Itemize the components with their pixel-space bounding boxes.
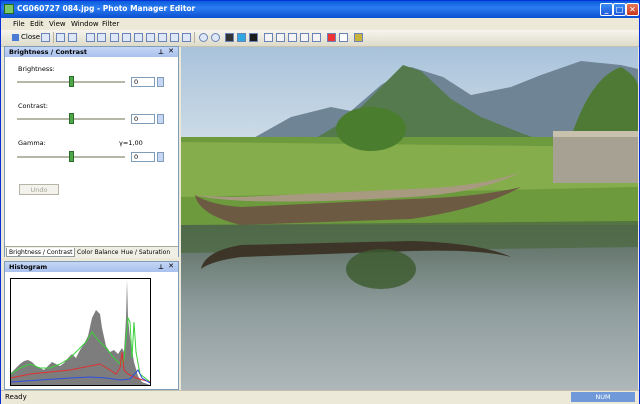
panel-header[interactable]: Brightness / Contrast ⊥ ✕ — [5, 47, 178, 57]
rotate-icon[interactable] — [86, 33, 95, 42]
effects-icon[interactable] — [354, 33, 363, 42]
sharpen-icon[interactable] — [339, 33, 348, 42]
menu-bar: File Edit View Window Filter — [1, 18, 639, 30]
panel-title: Histogram — [9, 263, 48, 271]
close-image-icon — [12, 33, 19, 41]
toolbar-separator — [53, 32, 54, 43]
minimize-icon[interactable]: _ — [600, 3, 613, 16]
gamma-readout: γ=1,00 — [119, 139, 143, 147]
redo-icon[interactable] — [68, 33, 77, 42]
close-icon[interactable]: ✕ — [626, 3, 639, 16]
gamma-slider[interactable] — [17, 151, 125, 162]
tool-2-icon[interactable] — [122, 33, 131, 42]
brightness-input[interactable]: 0 — [131, 77, 155, 87]
tool-6-icon[interactable] — [170, 33, 179, 42]
save-icon[interactable] — [41, 33, 50, 42]
panel-title: Brightness / Contrast — [9, 48, 87, 56]
bush — [336, 107, 406, 151]
menu-filter[interactable]: Filter — [102, 20, 119, 28]
app-window: CG060727 084.jpg - Photo Manager Editor … — [0, 0, 640, 404]
tool-12-icon[interactable] — [276, 33, 285, 42]
close-image-button[interactable]: Close — [12, 33, 40, 41]
tool-1-icon[interactable] — [110, 33, 119, 42]
tool-10-icon[interactable] — [249, 33, 258, 42]
menu-file[interactable]: File — [13, 20, 25, 28]
panel-tabs: Brightness / Contrast Color Balance Hue … — [5, 246, 178, 258]
bush-reflection — [346, 249, 416, 289]
tab-color-balance[interactable]: Color Balance — [75, 248, 121, 257]
tool-9-icon[interactable] — [237, 33, 246, 42]
app-icon — [4, 4, 14, 14]
contrast-input[interactable]: 0 — [131, 114, 155, 124]
tool-5-icon[interactable] — [158, 33, 167, 42]
tool-15-icon[interactable] — [312, 33, 321, 42]
tool-14-icon[interactable] — [300, 33, 309, 42]
photo-canvas[interactable] — [181, 47, 638, 390]
tool-13-icon[interactable] — [288, 33, 297, 42]
contrast-slider[interactable] — [17, 113, 125, 124]
tool-11-icon[interactable] — [264, 33, 273, 42]
menu-edit[interactable]: Edit — [30, 20, 44, 28]
status-bar: Ready NUM — [1, 390, 639, 404]
window-title: CG060727 084.jpg - Photo Manager Editor — [17, 4, 196, 13]
tool-4-icon[interactable] — [146, 33, 155, 42]
pin-icon[interactable]: ⊥ — [158, 263, 164, 271]
histogram-graph — [10, 278, 151, 386]
brightness-label: Brightness: — [18, 65, 55, 73]
zoom-in-icon[interactable] — [199, 33, 208, 42]
gamma-spinner[interactable] — [157, 152, 164, 162]
zoom-out-icon[interactable] — [211, 33, 220, 42]
undo-button[interactable]: Undo — [19, 184, 59, 195]
status-text: Ready — [5, 393, 27, 401]
histogram-panel: Histogram ⊥ ✕ — [4, 261, 179, 390]
concrete-wall — [553, 135, 638, 183]
brightness-slider[interactable] — [17, 76, 125, 87]
undo-icon[interactable] — [56, 33, 65, 42]
maximize-icon[interactable]: □ — [613, 3, 626, 16]
gamma-slider-thumb[interactable] — [68, 151, 74, 162]
title-bar[interactable]: CG060727 084.jpg - Photo Manager Editor … — [1, 1, 639, 18]
crop-icon[interactable] — [97, 33, 106, 42]
toolbar-separator — [194, 32, 195, 43]
num-lock-indicator: NUM — [571, 392, 635, 402]
tool-7-icon[interactable] — [182, 33, 191, 42]
brightness-spinner[interactable] — [157, 77, 164, 87]
contrast-spinner[interactable] — [157, 114, 164, 124]
tool-8-icon[interactable] — [225, 33, 234, 42]
pin-icon[interactable]: ⊥ — [158, 48, 164, 56]
tab-hue-saturation[interactable]: Hue / Saturation — [119, 248, 172, 257]
contrast-label: Contrast: — [18, 102, 48, 110]
menu-window[interactable]: Window — [71, 20, 99, 28]
contrast-slider-thumb[interactable] — [68, 113, 74, 124]
red-eye-icon[interactable] — [327, 33, 336, 42]
tool-3-icon[interactable] — [134, 33, 143, 42]
menu-view[interactable]: View — [49, 20, 66, 28]
panel-header[interactable]: Histogram ⊥ ✕ — [5, 262, 178, 272]
concrete-wall-top — [553, 131, 638, 137]
close-image-label: Close — [21, 33, 41, 41]
toolbar: Close — [1, 30, 639, 47]
tab-brightness-contrast[interactable]: Brightness / Contrast — [6, 248, 76, 257]
brightness-slider-thumb[interactable] — [68, 76, 74, 87]
panel-close-icon[interactable]: ✕ — [168, 47, 174, 55]
gamma-input[interactable]: 0 — [131, 152, 155, 162]
panel-close-icon[interactable]: ✕ — [168, 262, 174, 270]
gamma-label: Gamma: — [18, 139, 46, 147]
brightness-contrast-panel: Brightness / Contrast ⊥ ✕ Brightness: 0 … — [4, 46, 179, 258]
